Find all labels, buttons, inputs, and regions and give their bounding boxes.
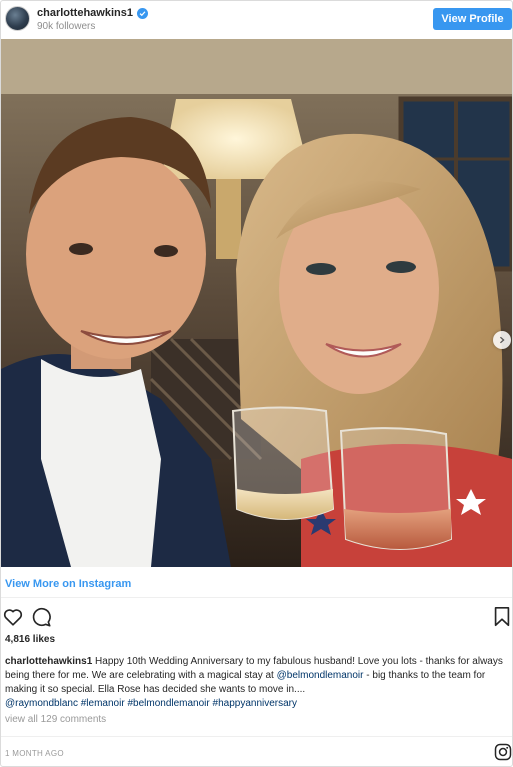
action-bar <box>1 603 512 629</box>
likes-count[interactable]: 4,816 likes <box>5 634 55 645</box>
view-more-on-instagram-link[interactable]: View More on Instagram <box>5 578 131 590</box>
hashtag-happyanniversary[interactable]: #happyanniversary <box>213 698 298 709</box>
post-header: charlottehawkins1 90k followers View Pro… <box>1 1 512 39</box>
post-caption: charlottehawkins1 Happy 10th Wedding Ann… <box>5 655 511 711</box>
verified-badge-icon <box>136 7 148 19</box>
divider <box>1 736 512 737</box>
hashtag-lemanoir[interactable]: #lemanoir <box>81 698 125 709</box>
photo-next-arrow-icon[interactable] <box>493 331 511 349</box>
bookmark-icon[interactable] <box>492 606 513 628</box>
post-photo[interactable] <box>1 39 512 567</box>
heart-icon[interactable] <box>2 606 24 628</box>
instagram-embed: charlottehawkins1 90k followers View Pro… <box>0 0 513 767</box>
mention-raymondblanc[interactable]: @raymondblanc <box>5 698 78 709</box>
divider <box>1 597 512 598</box>
avatar[interactable] <box>5 6 30 31</box>
caption-username[interactable]: charlottehawkins1 <box>5 656 92 667</box>
view-all-comments-link[interactable]: view all 129 comments <box>5 714 106 725</box>
comment-icon[interactable] <box>30 606 52 628</box>
username-row[interactable]: charlottehawkins1 <box>37 7 148 19</box>
hashtag-belmondlemanoir[interactable]: #belmondlemanoir <box>127 698 209 709</box>
post-timestamp: 1 MONTH AGO <box>5 749 64 758</box>
username[interactable]: charlottehawkins1 <box>37 7 133 19</box>
followers-count: 90k followers <box>37 21 96 32</box>
mention-belmondlemanoir[interactable]: @belmondlemanoir <box>277 670 364 681</box>
photo-image <box>1 39 512 567</box>
view-profile-button[interactable]: View Profile <box>433 8 512 30</box>
instagram-logo-icon[interactable] <box>494 743 512 761</box>
